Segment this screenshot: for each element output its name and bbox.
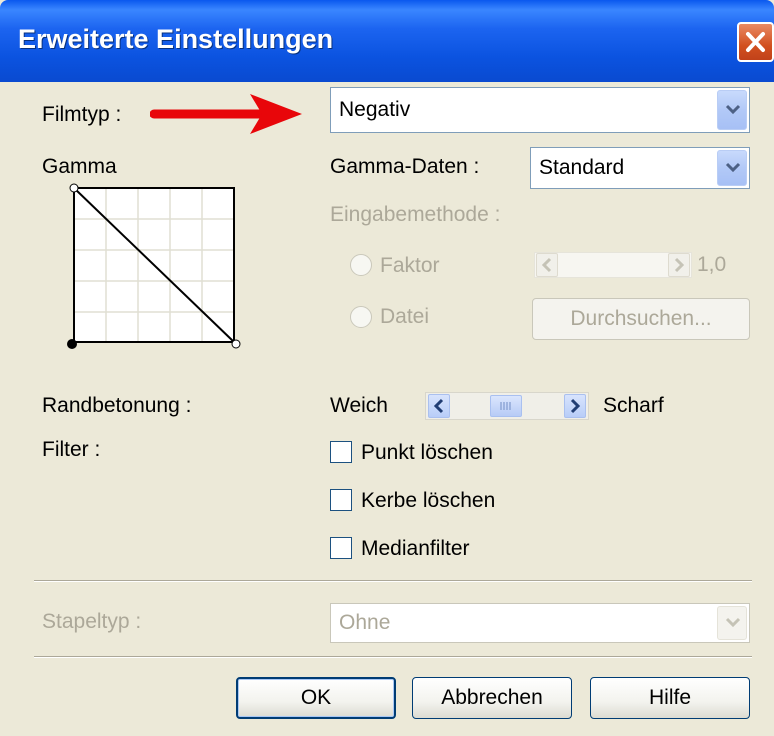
gamma-data-value: Standard bbox=[539, 156, 625, 179]
gamma-data-label: Gamma-Daten : bbox=[330, 155, 480, 178]
input-method-label: Eingabemethode : bbox=[330, 203, 501, 226]
filmtyp-value: Negativ bbox=[339, 98, 411, 121]
help-button[interactable]: Hilfe bbox=[590, 677, 750, 719]
window-title: Erweiterte Einstellungen bbox=[18, 24, 334, 54]
gamma-data-dropdown[interactable]: Standard bbox=[530, 147, 750, 189]
filmtyp-label: Filmtyp : bbox=[42, 103, 122, 126]
slider-right-button[interactable] bbox=[668, 253, 690, 277]
filter-label: Filter : bbox=[42, 438, 101, 461]
stapeltyp-label: Stapeltyp : bbox=[42, 610, 142, 633]
ok-button[interactable]: OK bbox=[236, 677, 396, 719]
faktor-slider[interactable] bbox=[534, 252, 692, 278]
kerbe-loeschen-label: Kerbe löschen bbox=[361, 489, 496, 512]
stapeltyp-value: Ohne bbox=[339, 611, 391, 634]
browse-button-label: Durchsuchen... bbox=[570, 307, 712, 330]
separator bbox=[34, 580, 752, 582]
close-button[interactable] bbox=[737, 22, 774, 62]
datei-label: Datei bbox=[380, 305, 430, 328]
randbetonung-label: Randbetonung : bbox=[42, 394, 192, 417]
chevron-right-icon bbox=[570, 398, 581, 414]
filmtyp-dropdown[interactable]: Negativ bbox=[330, 87, 750, 133]
punkt-loeschen-label: Punkt löschen bbox=[361, 441, 493, 464]
stapeltyp-dropdown[interactable]: Ohne bbox=[330, 603, 750, 643]
dialog-window: Erweiterte Einstellungen Filmtyp : Negat… bbox=[0, 0, 774, 736]
chevron-right-icon bbox=[674, 257, 685, 273]
cancel-button[interactable]: Abbrechen bbox=[412, 677, 572, 719]
faktor-radio[interactable] bbox=[350, 254, 372, 276]
chevron-left-icon bbox=[541, 257, 552, 273]
cancel-button-label: Abbrechen bbox=[441, 686, 543, 709]
gamma-label: Gamma bbox=[42, 155, 117, 178]
ok-button-label: OK bbox=[300, 686, 332, 709]
red-arrow-annotation bbox=[150, 94, 302, 134]
punkt-loeschen-checkbox[interactable] bbox=[330, 441, 352, 463]
grip-icon bbox=[500, 402, 511, 410]
faktor-label: Faktor bbox=[380, 254, 440, 277]
close-icon bbox=[746, 32, 765, 52]
faktor-value: 1,0 bbox=[697, 253, 727, 276]
datei-radio[interactable] bbox=[350, 306, 372, 328]
chevron-down-icon bbox=[725, 104, 741, 115]
slider-left-button[interactable] bbox=[536, 253, 558, 277]
chevron-left-icon bbox=[433, 398, 444, 414]
dropdown-button[interactable] bbox=[717, 150, 747, 186]
medianfilter-checkbox[interactable] bbox=[330, 537, 352, 559]
gamma-curve-graph[interactable] bbox=[64, 182, 246, 356]
sharpness-left-label: Weich bbox=[330, 394, 388, 417]
dropdown-button[interactable] bbox=[717, 90, 747, 130]
chevron-down-icon bbox=[725, 617, 741, 628]
title-bar[interactable]: Erweiterte Einstellungen bbox=[0, 0, 774, 82]
sharpness-right-label: Scharf bbox=[603, 394, 664, 417]
browse-button[interactable]: Durchsuchen... bbox=[532, 298, 750, 340]
help-button-label: Hilfe bbox=[648, 686, 691, 709]
medianfilter-label: Medianfilter bbox=[361, 537, 470, 560]
dropdown-button[interactable] bbox=[717, 606, 747, 640]
sharpness-slider[interactable] bbox=[425, 392, 589, 420]
separator bbox=[34, 656, 752, 658]
sharpness-right-button[interactable] bbox=[564, 394, 586, 418]
kerbe-loeschen-checkbox[interactable] bbox=[330, 489, 352, 511]
slider-thumb[interactable] bbox=[490, 395, 522, 417]
chevron-down-icon bbox=[725, 162, 741, 173]
sharpness-left-button[interactable] bbox=[428, 394, 450, 418]
